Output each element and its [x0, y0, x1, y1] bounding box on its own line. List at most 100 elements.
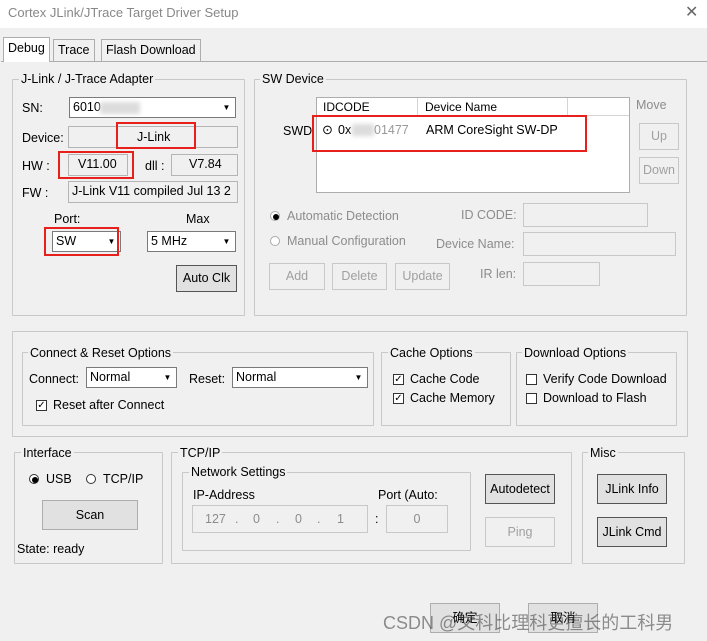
title-bar: Cortex JLink/JTrace Target Driver Setup …	[0, 0, 707, 28]
connect-select[interactable]: Normal ▼	[86, 367, 177, 388]
ping-button[interactable]: Ping	[485, 517, 555, 547]
device-name-input[interactable]	[523, 232, 676, 256]
verify-code-download-label: Verify Code Download	[543, 372, 667, 386]
connect-value: Normal	[90, 370, 131, 384]
ip-address-input[interactable]: 127 . 0 . 0 . 1	[192, 505, 368, 533]
tcpip-radio[interactable]	[86, 474, 96, 484]
download-options-group	[516, 352, 677, 426]
ir-len-label: IR len:	[480, 267, 517, 281]
swd-row-highlight	[312, 115, 587, 152]
sn-value: 6010	[73, 100, 101, 114]
manual-config-radio[interactable]	[270, 236, 280, 246]
cache-code-checkbox[interactable]: ✓	[393, 374, 404, 385]
tab-debug[interactable]: Debug	[3, 37, 50, 62]
col-empty-header	[568, 98, 629, 116]
tab-flash-download[interactable]: Flash Download	[101, 39, 201, 61]
ip-octet-2: 0	[253, 512, 260, 526]
ir-len-input[interactable]	[523, 262, 600, 286]
reset-after-connect-label: Reset after Connect	[53, 398, 165, 412]
port-input[interactable]: 0	[386, 505, 448, 533]
cache-memory-checkbox[interactable]: ✓	[393, 393, 404, 404]
reset-label: Reset:	[189, 372, 226, 386]
port-auto-label: Port (Auto:	[378, 488, 438, 502]
cache-code-label: Cache Code	[410, 372, 480, 386]
misc-group	[582, 452, 685, 564]
hw-label: HW :	[22, 159, 50, 173]
max-label: Max	[186, 212, 210, 226]
ip-port-separator: :	[375, 512, 379, 526]
swd-row-label: SWD	[283, 124, 313, 138]
port-label: Port:	[54, 212, 81, 226]
csdn-watermark: CSDN @文科比理科更擅长的工科男	[383, 613, 674, 633]
connect-reset-group	[22, 352, 374, 426]
interface-state: State: ready	[17, 542, 85, 556]
col-device-name-header[interactable]: Device Name	[418, 98, 568, 116]
connect-reset-group-label: Connect & Reset Options	[28, 346, 174, 360]
reset-after-connect-checkbox[interactable]: ✓	[36, 400, 47, 411]
ip-dot: .	[235, 512, 239, 526]
update-button[interactable]: Update	[395, 263, 450, 290]
cache-options-group	[381, 352, 511, 426]
port-highlight	[44, 227, 119, 256]
move-up-button[interactable]: Up	[639, 123, 679, 150]
interface-group-label: Interface	[21, 446, 74, 460]
download-to-flash-checkbox[interactable]	[526, 393, 537, 404]
move-label: Move	[636, 98, 667, 112]
reset-select[interactable]: Normal ▼	[232, 367, 368, 388]
download-options-group-label: Download Options	[522, 346, 629, 360]
dll-value: V7.84	[189, 157, 222, 171]
adapter-group-label: J-Link / J-Trace Adapter	[19, 72, 156, 86]
device-name-label: Device Name:	[436, 237, 515, 251]
delete-button[interactable]: Delete	[332, 263, 387, 290]
download-to-flash-label: Download to Flash	[543, 391, 647, 405]
manual-config-label: Manual Configuration	[287, 234, 406, 248]
id-code-input[interactable]	[523, 203, 648, 227]
auto-clk-button[interactable]: Auto Clk	[176, 265, 237, 292]
ip-address-label: IP-Address	[193, 488, 255, 502]
scan-button[interactable]: Scan	[42, 500, 138, 530]
tab-trace[interactable]: Trace	[53, 39, 95, 61]
cache-options-group-label: Cache Options	[388, 346, 475, 360]
jlink-cmd-button[interactable]: JLink Cmd	[597, 517, 667, 547]
dll-label: dll :	[145, 159, 165, 173]
tcpip-group-label: TCP/IP	[178, 446, 223, 460]
chevron-down-icon: ▼	[222, 237, 231, 246]
sw-device-group-label: SW Device	[260, 72, 326, 86]
col-idcode-header[interactable]: IDCODE	[317, 98, 418, 116]
usb-label: USB	[46, 472, 72, 486]
fw-field: J-Link V11 compiled Jul 13 2	[68, 181, 238, 203]
autodetect-button[interactable]: Autodetect	[485, 474, 555, 504]
auto-detection-radio[interactable]	[270, 211, 280, 221]
verify-code-download-checkbox[interactable]	[526, 374, 537, 385]
port-input-value: 0	[413, 512, 421, 526]
dll-field: V7.84	[171, 154, 238, 176]
device-highlight	[116, 122, 196, 149]
ip-dot: .	[317, 512, 321, 526]
cache-memory-label: Cache Memory	[410, 391, 495, 405]
sn-select[interactable]: 6010 ▼	[69, 97, 236, 118]
max-clock-value: 5 MHz	[151, 234, 188, 248]
auto-detection-label: Automatic Detection	[287, 209, 399, 223]
add-button[interactable]: Add	[269, 263, 325, 290]
jlink-info-button[interactable]: JLink Info	[597, 474, 667, 504]
sn-label: SN:	[22, 101, 43, 115]
max-clock-select[interactable]: 5 MHz ▼	[147, 231, 236, 252]
close-icon[interactable]: ✕	[685, 2, 698, 22]
sn-redaction	[100, 102, 140, 114]
hw-highlight	[58, 151, 134, 179]
fw-value: J-Link V11 compiled Jul 13 2	[72, 184, 231, 198]
window-title: Cortex JLink/JTrace Target Driver Setup	[8, 5, 239, 20]
network-settings-label: Network Settings	[189, 465, 288, 479]
usb-radio[interactable]	[29, 474, 39, 484]
connect-label: Connect:	[29, 372, 80, 386]
misc-group-label: Misc	[588, 446, 618, 460]
chevron-down-icon: ▼	[354, 373, 363, 382]
reset-value: Normal	[236, 370, 277, 384]
id-code-label: ID CODE:	[461, 208, 517, 222]
move-down-button[interactable]: Down	[639, 157, 679, 184]
ip-dot: .	[276, 512, 280, 526]
ip-octet-1: 127	[205, 512, 226, 526]
chevron-down-icon: ▼	[222, 103, 231, 112]
tcpip-radio-label: TCP/IP	[103, 472, 144, 486]
chevron-down-icon: ▼	[163, 373, 172, 382]
